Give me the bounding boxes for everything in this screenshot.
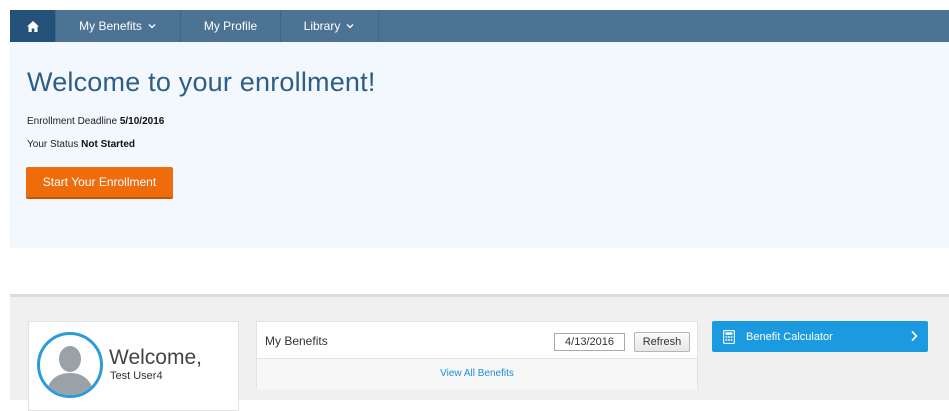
my-benefits-title: My Benefits [265, 334, 328, 348]
top-navigation: My Benefits My Profile Library [10, 10, 949, 42]
nav-my-profile-label: My Profile [203, 19, 258, 33]
nav-library-label: Library [303, 19, 341, 33]
enrollment-status: Your Status Not Started [27, 139, 135, 150]
user-silhouette-icon [46, 346, 94, 395]
chevron-right-icon [911, 330, 918, 342]
page-title: Welcome to your enrollment! [27, 67, 376, 97]
nav-library[interactable]: Library [281, 10, 379, 42]
chevron-down-icon [346, 24, 354, 29]
status-value: Not Started [81, 139, 136, 150]
deadline-value: 5/10/2016 [119, 116, 165, 127]
welcome-greeting: Welcome, [109, 346, 202, 369]
nav-my-profile[interactable]: My Profile [181, 10, 281, 42]
chevron-down-icon [148, 24, 156, 29]
enrollment-deadline: Enrollment Deadline 5/10/2016 [27, 116, 164, 127]
dashboard-panel: Welcome, Test User4 My Benefits 4/13/201… [10, 294, 949, 411]
deadline-label: Enrollment Deadline [27, 116, 118, 127]
welcome-card: Welcome, Test User4 [28, 321, 239, 411]
benefits-date-field[interactable]: 4/13/2016 [554, 333, 625, 351]
start-enrollment-button[interactable]: Start Your Enrollment [26, 167, 173, 199]
refresh-button[interactable]: Refresh [634, 332, 690, 352]
status-label: Your Status [27, 139, 79, 150]
my-benefits-card: My Benefits 4/13/2016 Refresh View All B… [256, 321, 698, 389]
calculator-icon [723, 329, 735, 344]
view-all-benefits-link[interactable]: View All Benefits [257, 359, 697, 389]
enrollment-hero: Welcome to your enrollment! Enrollment D… [10, 42, 949, 248]
avatar [37, 332, 103, 398]
benefit-calculator-button[interactable]: Benefit Calculator [712, 321, 928, 352]
nav-home-button[interactable] [10, 10, 56, 42]
nav-my-benefits[interactable]: My Benefits [56, 10, 181, 42]
benefit-calculator-label: Benefit Calculator [746, 330, 833, 343]
home-icon [26, 20, 39, 32]
my-benefits-header: My Benefits 4/13/2016 Refresh [257, 322, 697, 359]
nav-my-benefits-label: My Benefits [79, 19, 142, 33]
user-name: Test User4 [110, 370, 163, 382]
